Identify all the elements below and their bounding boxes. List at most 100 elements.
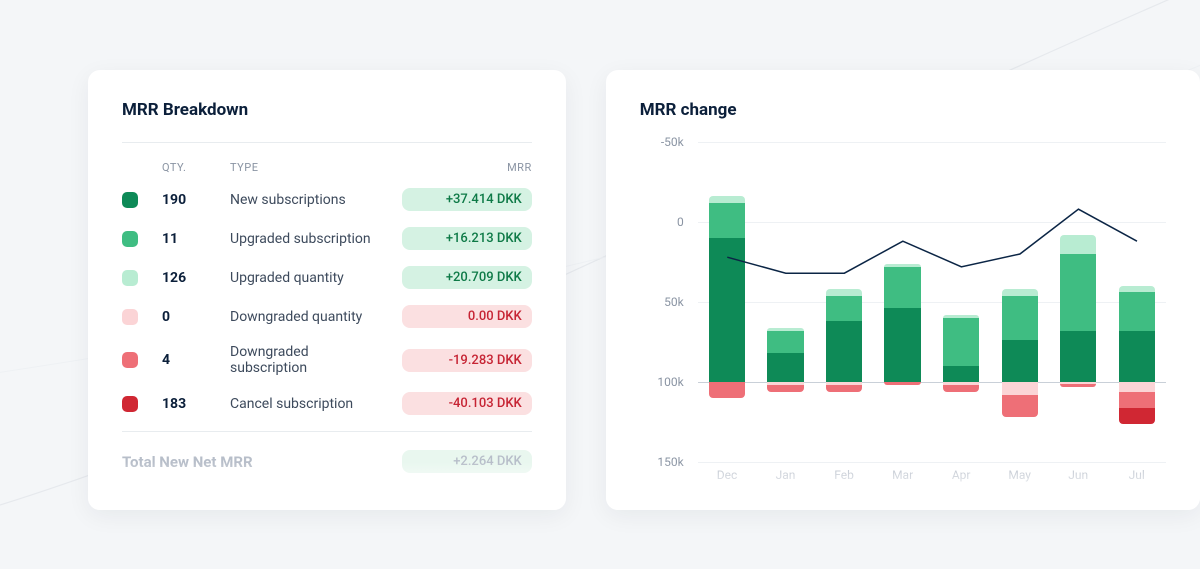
col-mrr: MRR [402, 161, 532, 174]
y-axis: 150k100k50k0-50k [650, 142, 690, 462]
bar-cap [943, 315, 979, 319]
bar-segment [1060, 254, 1096, 331]
total-value: +2.264 DKK [402, 450, 532, 473]
mrr-breakdown-card: MRR Breakdown QTY. TYPE MRR 190 New subsc… [88, 70, 566, 510]
bar-segment [943, 318, 979, 366]
bar-segment [1119, 408, 1155, 424]
bar-cap [709, 196, 745, 200]
x-tick-label: Jun [1049, 468, 1108, 488]
x-axis: DecJanFebMarAprMayJunJul [698, 468, 1166, 488]
color-swatch [122, 352, 138, 368]
x-tick-label: Jul [1107, 468, 1166, 488]
bar-cap [826, 289, 862, 293]
bar-segment [826, 385, 862, 391]
bar-segment [1119, 392, 1155, 408]
bar-cap [767, 328, 803, 332]
x-tick-label: Feb [815, 468, 874, 488]
bar-segment [826, 296, 862, 322]
type-label: Cancel subscription [230, 396, 384, 412]
table-header: QTY. TYPE MRR [122, 161, 532, 174]
mrr-value: +20.709 DKK [402, 266, 532, 289]
y-tick-label: 100k [657, 375, 683, 389]
type-label: Downgraded subscription [230, 344, 384, 376]
color-swatch [122, 231, 138, 247]
y-tick-label: 150k [657, 455, 683, 469]
x-tick-label: Mar [873, 468, 932, 488]
bar-segment [884, 382, 920, 385]
mrr-change-card: MRR change 150k 100k 50k 0 -50k DecJanFebMar… [606, 70, 1200, 510]
qty-value: 11 [162, 231, 212, 247]
color-swatch [122, 270, 138, 286]
y-tick-label: 50k [664, 295, 684, 309]
table-row: 126 Upgraded quantity +20.709 DKK [122, 266, 532, 289]
bar-segment [767, 331, 803, 353]
bar-segment [943, 366, 979, 382]
bar-column [767, 142, 803, 462]
total-row: Total New Net MRR +2.264 DKK [122, 450, 532, 473]
bar-column [884, 142, 920, 462]
col-type: TYPE [230, 161, 384, 174]
x-tick-label: Jan [756, 468, 815, 488]
bar-segment [943, 385, 979, 391]
bar-segment [1060, 384, 1096, 387]
color-swatch [122, 192, 138, 208]
mrr-value: 0.00 DKK [402, 305, 532, 328]
table-row: 183Cancel subscription-40.103 DKK [122, 392, 532, 415]
bar-segment [1119, 331, 1155, 382]
qty-value: 126 [162, 270, 212, 286]
bar-cap [1002, 289, 1038, 293]
x-tick-label: Dec [698, 468, 757, 488]
x-tick-label: Apr [932, 468, 991, 488]
table-row: 4 Downgraded subscription -19.283 DKK [122, 344, 532, 376]
bar-segment [826, 321, 862, 382]
mrr-value: -40.103 DKK [402, 392, 532, 415]
bar-segment [1002, 395, 1038, 417]
table-row: 11 Upgraded subscription +16.213 DKK [122, 227, 532, 250]
table-row: 0 Downgraded quantity 0.00 DKK [122, 305, 532, 328]
color-swatch [122, 396, 138, 412]
bar-segment [1002, 340, 1038, 382]
chart-area: 150k100k50k0-50k DecJanFebMarAprMayJunJu… [650, 142, 1166, 492]
breakdown-table: QTY. TYPE MRR 190 New subscriptions +37.41… [122, 161, 532, 473]
type-label: Downgraded quantity [230, 309, 384, 325]
bar-column [1002, 142, 1038, 462]
card-title: MRR change [640, 100, 1166, 120]
mrr-value: +37.414 DKK [402, 188, 532, 211]
bar-segment [1119, 382, 1155, 392]
bar-segment [709, 238, 745, 382]
bar-segment [767, 385, 803, 391]
qty-value: 4 [162, 352, 212, 368]
bar-column [826, 142, 862, 462]
bar-cap [884, 264, 920, 268]
divider [122, 431, 532, 432]
bar-segment [709, 203, 745, 238]
card-title: MRR Breakdown [122, 100, 532, 120]
bar-column [1119, 142, 1155, 462]
bar-cap [1119, 286, 1155, 290]
bar-column [709, 142, 745, 462]
type-label: New subscriptions [230, 192, 384, 208]
mrr-value: -19.283 DKK [402, 349, 532, 372]
plot-area [698, 142, 1166, 462]
grid-line [698, 462, 1166, 463]
bar-segment [767, 353, 803, 382]
type-label: Upgraded subscription [230, 231, 384, 247]
x-tick-label: May [990, 468, 1049, 488]
col-qty: QTY. [162, 161, 212, 174]
qty-value: 0 [162, 309, 212, 325]
bar-segment [1002, 296, 1038, 341]
qty-value: 190 [162, 192, 212, 208]
type-label: Upgraded quantity [230, 270, 384, 286]
y-tick-label: 0 [677, 215, 684, 229]
bar-segment [1119, 292, 1155, 330]
bar-segment [1002, 382, 1038, 395]
bar-segment [709, 382, 745, 398]
y-tick-label: -50k [661, 135, 684, 149]
table-row: 190 New subscriptions +37.414 DKK [122, 188, 532, 211]
mrr-value: +16.213 DKK [402, 227, 532, 250]
bar-column [1060, 142, 1096, 462]
bar-column [943, 142, 979, 462]
bar-cap [1060, 235, 1096, 239]
color-swatch [122, 309, 138, 325]
divider [122, 142, 532, 143]
